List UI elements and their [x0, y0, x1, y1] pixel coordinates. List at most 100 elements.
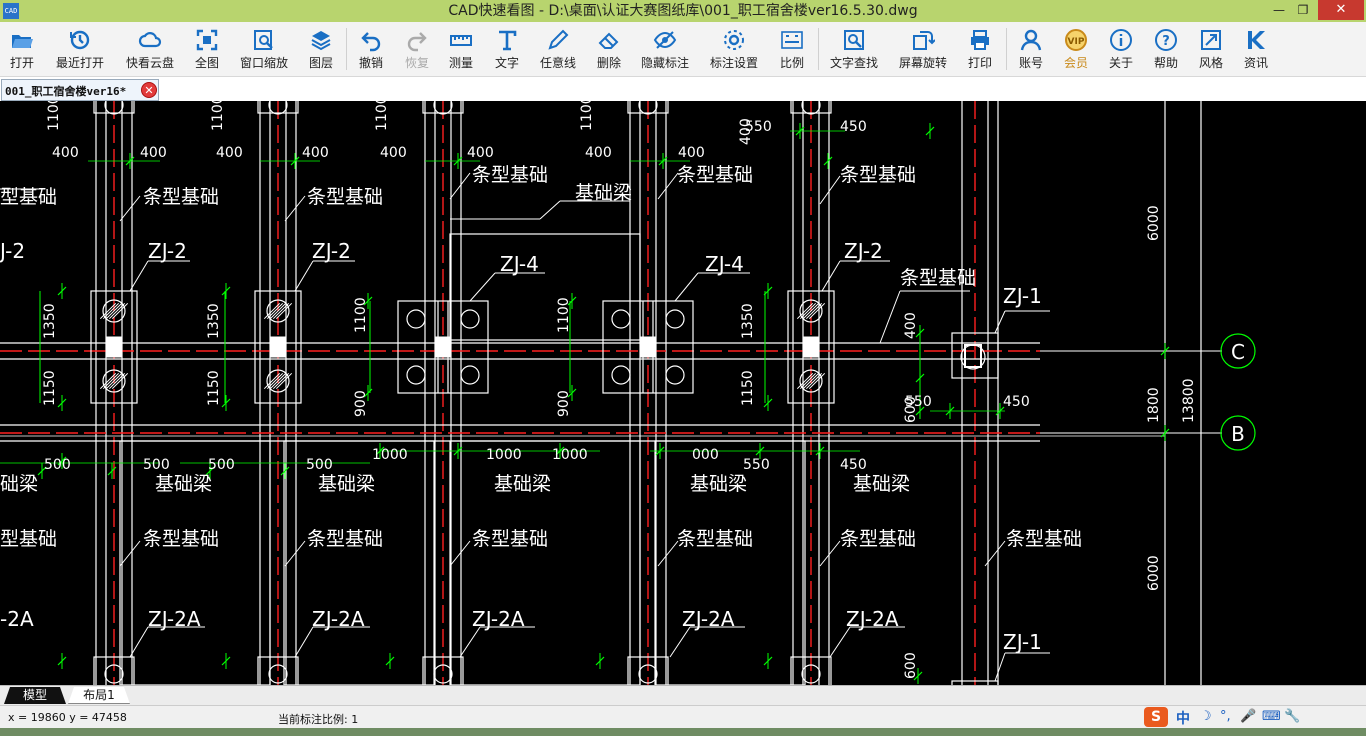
toolbar-button-cloud[interactable]: 快看云盘	[120, 26, 180, 74]
settings-icon	[724, 30, 744, 50]
dim-text: 900	[353, 390, 369, 417]
text-icon	[499, 30, 517, 51]
cad-line	[449, 540, 471, 567]
toolbar-label: 比例	[779, 56, 804, 70]
toolbar-label: 资讯	[1243, 56, 1268, 70]
status-bar: x = 19860 y = 47458 当前标注比例: 1 S 中 ☽ °, 🎤…	[0, 705, 1366, 728]
dim-text: 500	[208, 457, 235, 473]
label-strip-foundation: 条型基础	[840, 528, 916, 550]
cad-line	[674, 272, 699, 302]
cad-line	[994, 310, 1006, 334]
dim-text: 1350	[206, 303, 222, 339]
toolbar-button-folder-open[interactable]: 打开	[0, 26, 52, 74]
dim-text: 1100	[374, 101, 390, 131]
toolbar-separator	[818, 28, 819, 70]
toolbar-button-history[interactable]: 最近打开	[50, 26, 110, 74]
cad-circle	[665, 309, 685, 329]
toolbar-label: 屏幕旋转	[898, 56, 947, 70]
ime-toolbar[interactable]: S 中 ☽ °, 🎤 ⌨ 🔧	[1142, 707, 1306, 727]
svg-text:?: ?	[1162, 34, 1170, 49]
cad-line	[284, 540, 306, 567]
cad-line	[669, 626, 691, 658]
label-strip-foundation: 条型基础	[472, 528, 548, 550]
dim-text: 000	[692, 447, 719, 463]
document-tab[interactable]: 001_职工宿舍楼ver16* ✕	[1, 79, 159, 101]
cad-circle	[406, 309, 426, 329]
close-window-button[interactable]: ✕	[1318, 0, 1364, 20]
dim-text: 1100	[353, 297, 369, 333]
label-foundation-beam: 础梁	[0, 473, 38, 495]
label-strip-foundation: 条型基础	[900, 267, 976, 289]
cad-circle	[460, 309, 480, 329]
close-tab-icon[interactable]: ✕	[141, 82, 157, 98]
toolbar-label: 删除	[596, 56, 621, 70]
tab-layout1[interactable]: 布局1	[68, 687, 130, 704]
toolbar-button-eye-hide[interactable]: 隐藏标注	[635, 26, 695, 74]
dim-text: 1000	[486, 447, 522, 463]
maximize-button[interactable]: ❐	[1292, 0, 1314, 20]
toolbar-button-rotate[interactable]: 屏幕旋转	[893, 26, 953, 74]
toolbar-button-zoom-window[interactable]: 窗口缩放	[234, 26, 294, 74]
label-zj-2a: ZJ-2A	[148, 607, 201, 631]
document-tab-bar: 001_职工宿舍楼ver16* ✕	[0, 77, 1366, 101]
dim-text: 900	[556, 390, 572, 417]
history-icon	[70, 30, 90, 50]
ime-moon-icon[interactable]: ☽	[1200, 709, 1212, 724]
label-foundation-beam: 基础梁	[318, 473, 375, 495]
cad-line	[284, 195, 306, 222]
dim-text: 6000	[1146, 555, 1162, 591]
toolbar-label: 最近打开	[55, 56, 104, 70]
dim-text: 400	[585, 145, 612, 161]
cad-drawing[interactable]: CB条型基础 条型基础条型基础 条型基础 条型基础条型基础型基础 基础梁条型基础 条型基础…	[0, 101, 1366, 685]
toolbar-button-eraser[interactable]: 删除	[579, 26, 639, 74]
drawing-canvas[interactable]: C B 条型基础 条型基础 条型基础 条型基础 条型基础 条型基础 型基础 基础梁 条型基础 条型基础…	[0, 101, 1366, 685]
toolbar-button-fullview[interactable]: 全图	[177, 26, 237, 74]
cad-circle	[665, 365, 685, 385]
ime-mic-icon[interactable]: 🎤	[1240, 709, 1256, 724]
label-foundation-beam: 基础梁	[575, 182, 632, 204]
label-strip-foundation: 条型基础	[1006, 528, 1082, 550]
cad-circle	[611, 309, 631, 329]
layout-tab-bar: 模型 布局1	[0, 685, 1366, 705]
rotate-icon	[913, 31, 935, 50]
dim-text: 1000	[552, 447, 588, 463]
label-strip-foundation: 条型基础	[143, 528, 219, 550]
toolbar-label: 窗口缩放	[239, 56, 288, 70]
dim-text: 1100	[46, 101, 62, 131]
fullview-icon	[196, 29, 218, 51]
cad-circle	[611, 365, 631, 385]
style-icon	[1201, 30, 1221, 50]
ime-punctuation-icon[interactable]: °,	[1220, 709, 1231, 724]
title-bar: CAD CAD快速看图 - D:\桌面\认证大赛图纸库\001_职工宿舍楼ver…	[0, 0, 1366, 22]
label-strip-foundation: 条型基础	[307, 528, 383, 550]
label-zj-1: ZJ-1	[1003, 284, 1042, 308]
undo-icon	[361, 32, 381, 52]
dim-text: 500	[306, 457, 333, 473]
ime-logo-icon[interactable]: S	[1144, 707, 1168, 727]
window-title: CAD快速看图 - D:\桌面\认证大赛图纸库\001_职工宿舍楼ver16.5…	[448, 3, 918, 19]
pen-icon	[548, 29, 569, 50]
toolbar-button-news[interactable]: 资讯	[1226, 26, 1286, 74]
toolbar-button-scale[interactable]: 比例	[762, 26, 822, 74]
ime-language[interactable]: 中	[1176, 708, 1190, 728]
ime-keyboard-icon[interactable]: ⌨	[1262, 709, 1281, 724]
cad-circle	[406, 365, 426, 385]
dim-text: 13800	[1181, 378, 1197, 423]
news-icon	[1248, 31, 1265, 49]
axis-label-b: B	[1231, 422, 1245, 446]
dim-text: 1350	[42, 303, 58, 339]
dim-text: 400	[302, 145, 329, 161]
dim-text: 1000	[372, 447, 408, 463]
toolbar-button-settings[interactable]: 标注设置	[704, 26, 764, 74]
cad-line	[829, 626, 851, 658]
toolbar-button-text-search[interactable]: 文字查找	[824, 26, 884, 74]
cad-line	[129, 626, 149, 658]
ime-settings-icon[interactable]: 🔧	[1284, 709, 1300, 724]
label-strip-foundation: 条型基础	[677, 528, 753, 550]
label-zj-2: J-2	[0, 239, 25, 263]
cad-line	[294, 626, 314, 658]
dim-text: 600	[903, 652, 919, 679]
dim-text: 400	[380, 145, 407, 161]
minimize-button[interactable]: —	[1268, 0, 1290, 20]
tab-model[interactable]: 模型	[4, 687, 66, 704]
